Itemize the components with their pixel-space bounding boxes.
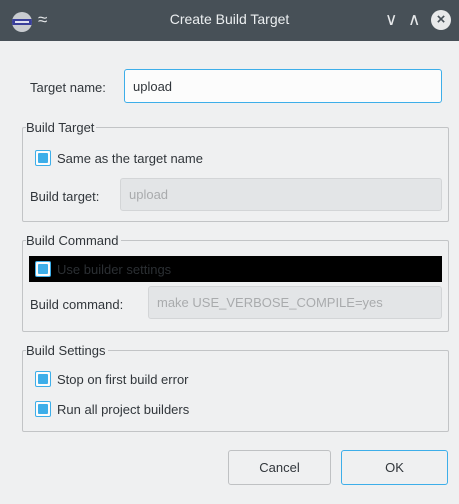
build-settings-group — [22, 350, 449, 432]
use-builder-settings-checkbox[interactable] — [35, 261, 51, 277]
close-icon[interactable]: × — [431, 10, 451, 30]
run-all-builders-checkbox-row[interactable]: Run all project builders — [35, 401, 189, 417]
build-target-input[interactable]: upload — [120, 178, 442, 211]
run-all-builders-label: Run all project builders — [57, 401, 190, 417]
create-build-target-dialog: ≈ Create Build Target ∨ ∧ × Target name:… — [0, 0, 459, 504]
target-name-input[interactable]: upload — [124, 69, 442, 103]
ok-button[interactable]: OK — [341, 450, 448, 485]
title-bar[interactable]: ≈ Create Build Target ∨ ∧ × — [0, 0, 459, 41]
cancel-button[interactable]: Cancel — [228, 450, 331, 485]
build-target-label: Build target: — [30, 189, 100, 204]
build-target-group-title: Build Target — [26, 120, 97, 135]
app-icon[interactable] — [12, 12, 32, 32]
stop-on-first-error-checkbox[interactable] — [35, 371, 51, 387]
build-settings-group-title: Build Settings — [26, 343, 108, 358]
stop-on-first-error-label: Stop on first build error — [57, 371, 189, 387]
use-builder-settings-label: Use builder settings — [57, 261, 172, 277]
build-command-label: Build command: — [30, 297, 124, 312]
target-name-value: upload — [133, 78, 173, 94]
use-builder-settings-row[interactable]: Use builder settings — [29, 256, 442, 282]
same-as-target-name-checkbox-row[interactable]: Same as the target name — [35, 150, 203, 166]
target-name-label: Target name: — [30, 80, 106, 95]
minimize-icon[interactable]: ∨ — [385, 10, 397, 30]
maximize-icon[interactable]: ∧ — [408, 10, 420, 30]
stop-on-first-error-checkbox-row[interactable]: Stop on first build error — [35, 371, 189, 387]
build-command-input[interactable]: make USE_VERBOSE_COMPILE=yes — [148, 286, 442, 319]
build-target-value: upload — [129, 187, 169, 202]
same-as-target-name-checkbox[interactable] — [35, 150, 51, 166]
same-as-target-name-label: Same as the target name — [57, 150, 203, 166]
run-all-builders-checkbox[interactable] — [35, 401, 51, 417]
keep-above-icon[interactable]: ≈ — [38, 10, 47, 30]
build-command-value: make USE_VERBOSE_COMPILE=yes — [157, 295, 383, 310]
use-builder-settings-checkbox-row[interactable]: Use builder settings — [35, 261, 171, 277]
build-command-group-title: Build Command — [26, 233, 121, 248]
